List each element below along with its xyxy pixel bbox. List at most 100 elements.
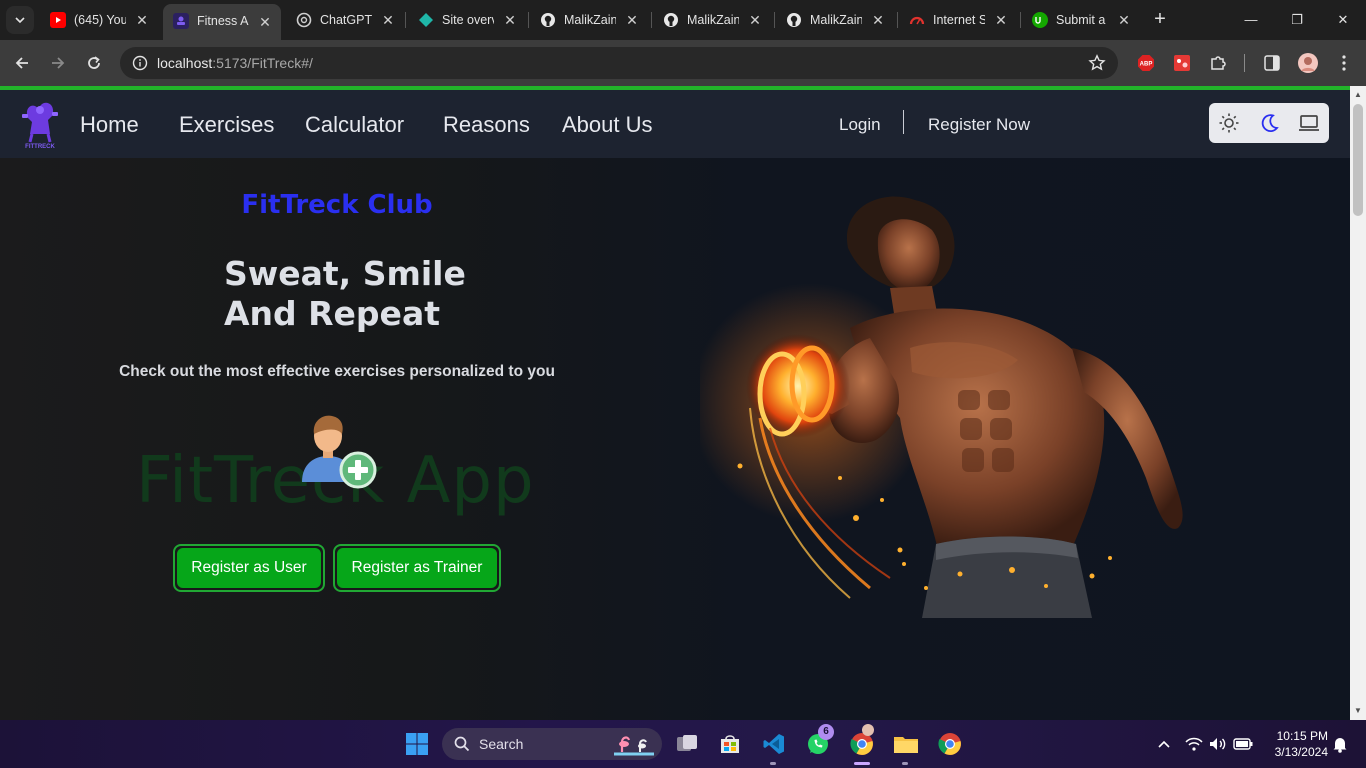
side-panel-icon[interactable] (1262, 53, 1282, 73)
browser-tab[interactable]: MalikZain ✕ (530, 6, 648, 34)
vscode-icon[interactable] (760, 730, 788, 758)
upwork-icon (1032, 12, 1048, 28)
browser-tab-strip: (645) YouTube ✕ Fitness App ✕ ChatGPT ✕ … (0, 0, 1366, 40)
close-window-button[interactable]: ✕ (1320, 0, 1366, 40)
nav-link-reasons[interactable]: Reasons (443, 112, 530, 138)
github-icon (663, 12, 679, 28)
close-icon[interactable]: ✕ (502, 12, 518, 28)
nav-link-calculator[interactable]: Calculator (305, 112, 404, 138)
nav-link-home[interactable]: Home (80, 112, 139, 138)
dark-theme-button[interactable] (1258, 112, 1280, 134)
close-icon[interactable]: ✕ (257, 14, 273, 30)
browser-tab[interactable]: MalikZain ✕ (776, 6, 894, 34)
close-icon[interactable]: ✕ (1116, 12, 1132, 28)
windows-taskbar: Search 6 10:15 PM 3/13/2024 (0, 720, 1366, 768)
close-icon[interactable]: ✕ (993, 12, 1009, 28)
bookmark-star-icon[interactable] (1088, 54, 1106, 72)
file-explorer-icon[interactable] (892, 730, 920, 758)
tab-title: ChatGPT (320, 13, 372, 27)
add-user-icon (302, 415, 377, 489)
profile-badge (862, 724, 874, 736)
active-app-indicator (854, 762, 870, 765)
task-view-icon[interactable] (673, 730, 701, 758)
system-theme-button[interactable] (1298, 112, 1320, 134)
browser-tab[interactable]: (645) YouTube ✕ (40, 6, 158, 34)
chrome-profile-icon[interactable] (936, 730, 964, 758)
scroll-down-arrow[interactable]: ▼ (1350, 704, 1366, 718)
toolbar-divider (1244, 54, 1245, 72)
scroll-thumb[interactable] (1353, 104, 1363, 216)
site-info-icon[interactable] (132, 55, 148, 71)
browser-tab[interactable]: Site overview ✕ (408, 6, 526, 34)
extension-red-icon[interactable] (1172, 53, 1192, 73)
extensions-puzzle-icon[interactable] (1208, 53, 1228, 73)
notification-bell-icon[interactable] (1326, 730, 1354, 758)
chatgpt-icon (296, 12, 312, 28)
address-bar[interactable]: localhost:5173/FitTreck#/ (120, 47, 1118, 79)
battery-icon[interactable] (1229, 730, 1257, 758)
browser-toolbar: localhost:5173/FitTreck#/ ABP (0, 40, 1366, 86)
hero-headline: Sweat, Smile And Repeat (224, 254, 466, 334)
scroll-up-arrow[interactable]: ▲ (1350, 88, 1366, 102)
new-tab-button[interactable]: + (1148, 8, 1172, 32)
close-icon[interactable]: ✕ (624, 12, 640, 28)
tab-search-button[interactable] (6, 6, 34, 34)
close-icon[interactable]: ✕ (747, 12, 763, 28)
running-app-indicator (902, 762, 908, 765)
whatsapp-icon[interactable]: 6 (804, 724, 834, 758)
clock-date: 3/13/2024 (1274, 745, 1328, 759)
browser-tab[interactable]: MalikZain ✕ (653, 6, 771, 34)
back-button[interactable] (8, 49, 36, 77)
tab-divider (528, 12, 529, 28)
chrome-active-icon[interactable] (848, 724, 876, 758)
register-as-user-button[interactable]: Register as User (173, 544, 325, 592)
tab-divider (405, 12, 406, 28)
close-icon[interactable]: ✕ (380, 12, 396, 28)
reload-button[interactable] (80, 49, 108, 77)
more-menu-icon[interactable] (1334, 53, 1354, 73)
search-label: Search (479, 736, 524, 752)
tab-title: Site overview (442, 13, 494, 27)
browser-tab[interactable]: Internet Speed ✕ (899, 6, 1017, 34)
browser-tab[interactable]: ChatGPT ✕ (286, 6, 404, 34)
headline-line-1: Sweat, Smile (224, 254, 466, 293)
nav-link-exercises[interactable]: Exercises (179, 112, 274, 138)
notification-badge: 6 (818, 724, 834, 740)
show-hidden-icons-chevron-icon[interactable] (1150, 730, 1178, 758)
register-as-trainer-button[interactable]: Register as Trainer (333, 544, 501, 592)
tab-title: MalikZain (810, 13, 862, 27)
fittreck-favicon (173, 13, 189, 29)
browser-tab[interactable]: Submit a ✕ (1022, 6, 1140, 34)
tab-divider (897, 12, 898, 28)
login-link[interactable]: Login (839, 115, 881, 135)
running-app-indicator (770, 762, 776, 765)
register-now-link[interactable]: Register Now (928, 115, 1030, 135)
light-theme-button[interactable] (1218, 112, 1240, 134)
restore-button[interactable]: ❐ (1274, 0, 1320, 40)
tab-title: Internet Speed (933, 13, 985, 27)
tab-title: (645) YouTube (74, 13, 126, 27)
tab-title: MalikZain (564, 13, 616, 27)
profile-avatar[interactable] (1298, 53, 1318, 73)
page-scrollbar[interactable]: ▲ ▼ (1350, 86, 1366, 720)
taskbar-search[interactable]: Search (442, 728, 662, 760)
forward-button[interactable] (44, 49, 72, 77)
close-icon[interactable]: ✕ (870, 12, 886, 28)
arrow-left-icon (15, 57, 28, 69)
nav-link-about-us[interactable]: About Us (562, 112, 653, 138)
url-text: localhost:5173/FitTreck#/ (157, 55, 313, 71)
fittreck-logo[interactable]: FITTRECK (18, 98, 62, 150)
volume-icon[interactable] (1204, 730, 1232, 758)
microsoft-store-icon[interactable] (716, 730, 744, 758)
arrow-right-icon (52, 57, 65, 69)
youtube-icon (50, 12, 66, 28)
browser-tab-active[interactable]: Fitness App ✕ (163, 4, 281, 40)
headline-line-2: And Repeat (224, 294, 440, 333)
adblock-plus-icon[interactable]: ABP (1136, 53, 1156, 73)
moon-icon (1261, 114, 1279, 133)
start-button[interactable] (403, 730, 431, 758)
minimize-button[interactable]: — (1228, 0, 1274, 40)
register-as-trainer-label: Register as Trainer (337, 548, 497, 588)
close-icon[interactable]: ✕ (134, 12, 150, 28)
system-clock[interactable]: 10:15 PM 3/13/2024 (1262, 728, 1328, 760)
